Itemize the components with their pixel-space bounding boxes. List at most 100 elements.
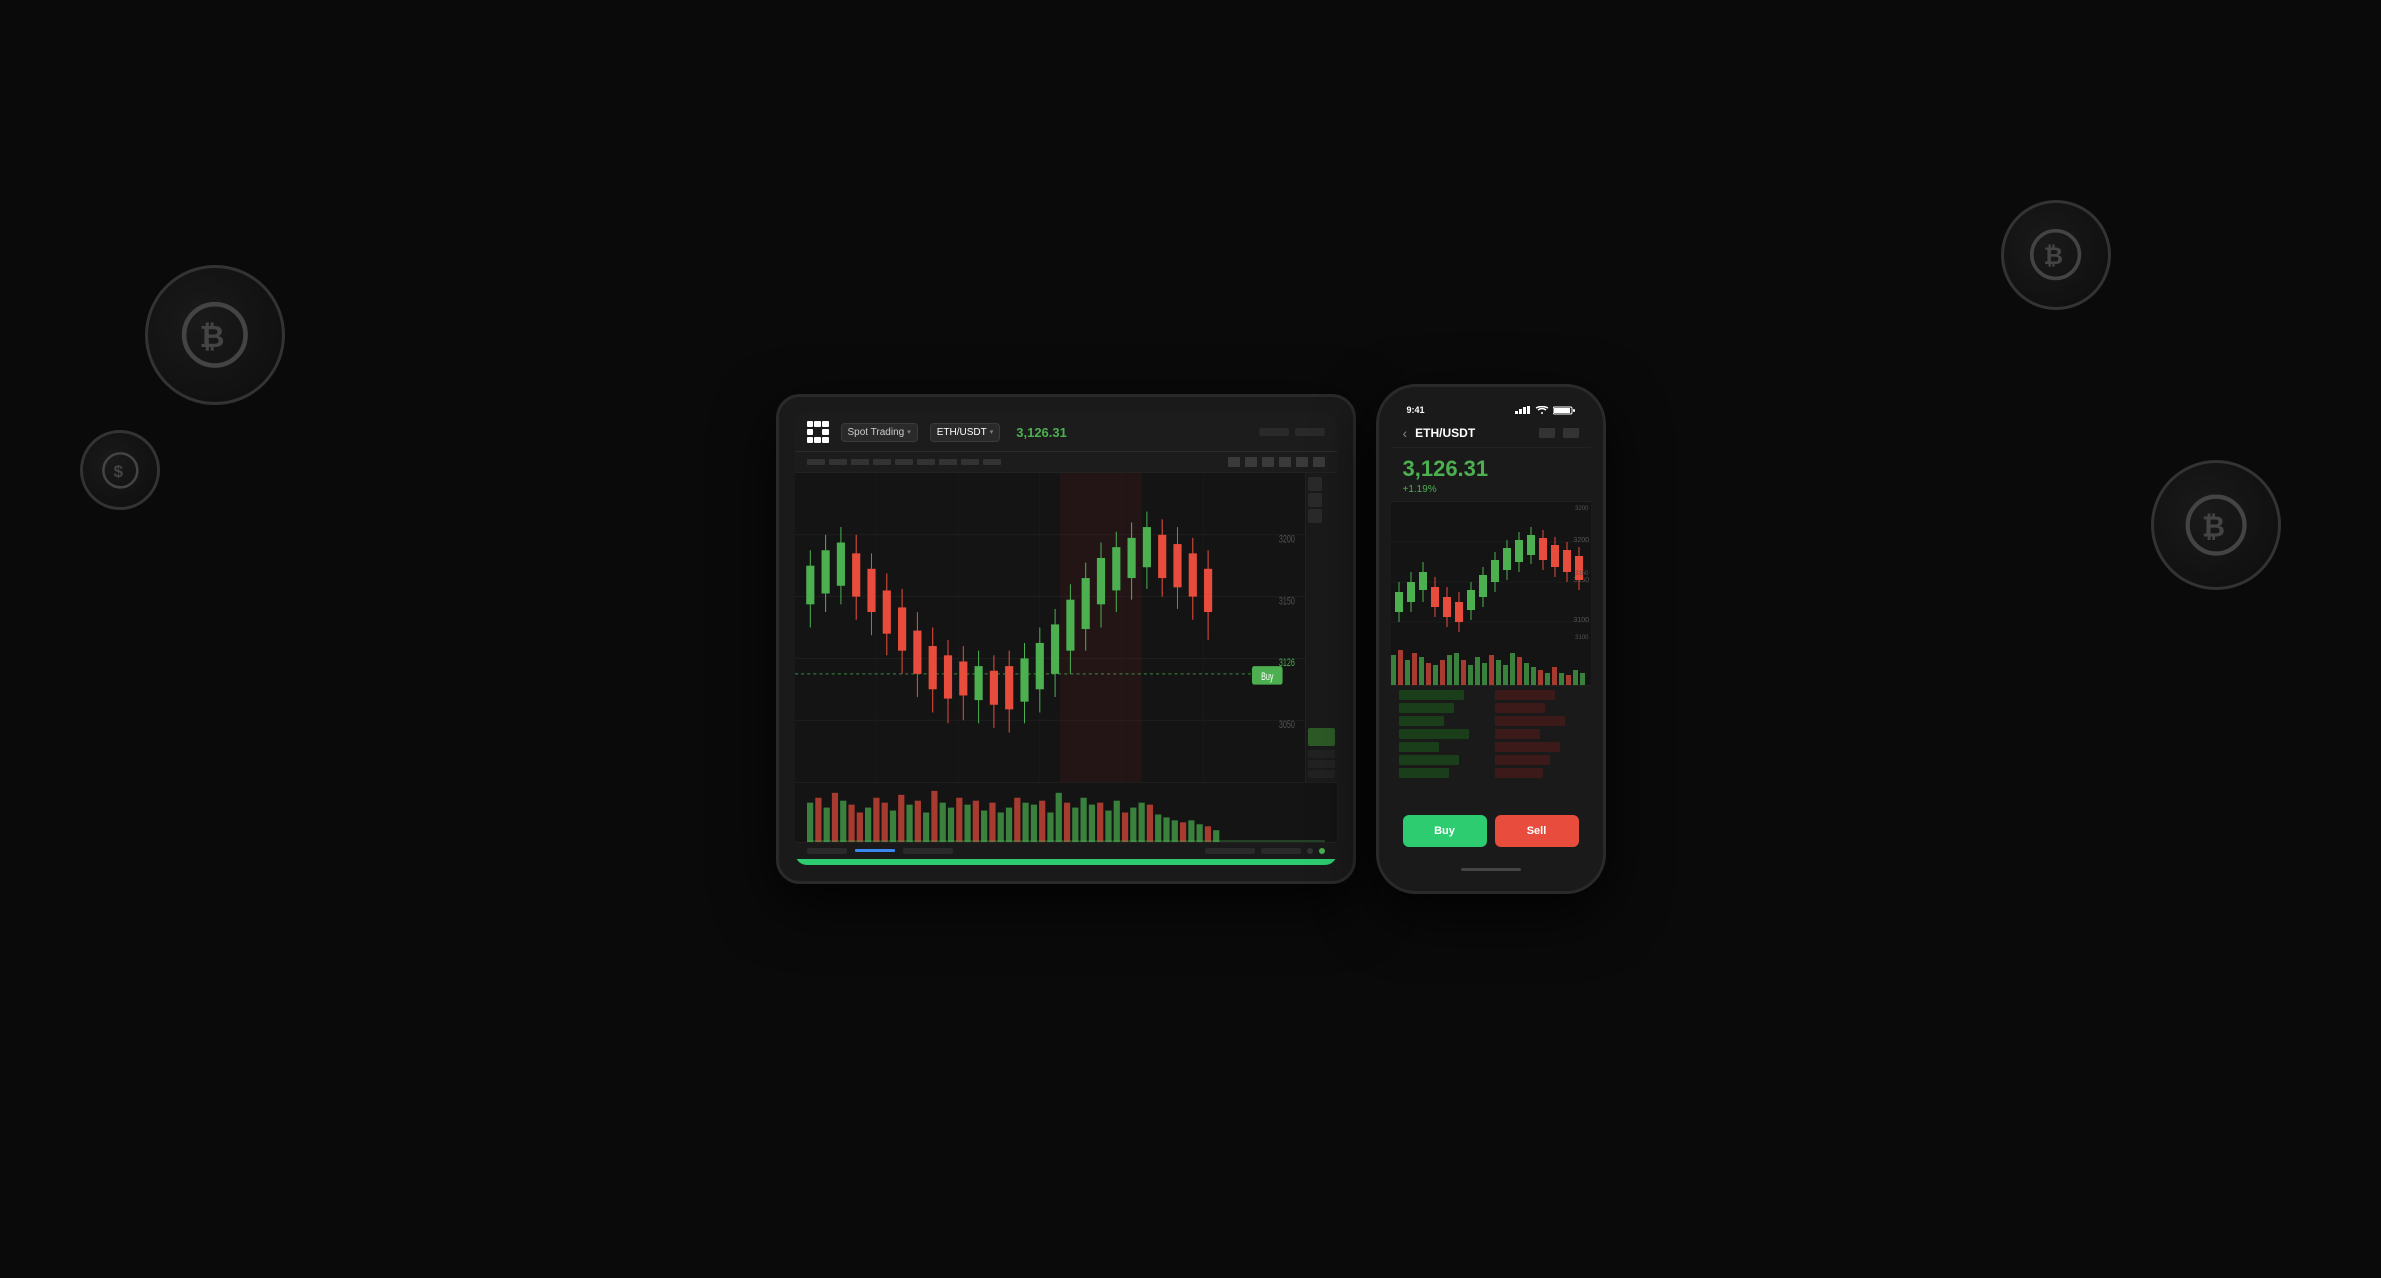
home-bar (1461, 868, 1521, 871)
order-row-buy-2 (1399, 703, 1487, 713)
pair-label: ETH/USDT (937, 427, 987, 438)
toolbar-icon-4[interactable] (1279, 457, 1291, 467)
volume-area (795, 782, 1337, 842)
phone-home-indicator (1391, 859, 1591, 879)
tablet-header: Spot Trading ▾ ETH/USDT ▾ 3,126.31 (795, 413, 1337, 452)
phone-change: +1.19% (1391, 484, 1591, 502)
toolbar-icon-3[interactable] (1262, 457, 1274, 467)
buy-bar-7 (1399, 768, 1449, 778)
footer-bar (855, 849, 895, 852)
svg-text:3200: 3200 (1278, 533, 1294, 545)
phone-header-icon-2[interactable] (1563, 428, 1579, 438)
sell-bar-1 (1495, 690, 1555, 700)
battery-icon (1553, 405, 1575, 415)
svg-text:$: $ (113, 462, 123, 481)
phone-price-tick-1: 3200 (1575, 506, 1588, 512)
sell-bar-3 (1495, 716, 1565, 726)
phone-header-icon-1[interactable] (1539, 428, 1555, 438)
tablet-toolbar (795, 452, 1337, 473)
toolbar-icon-6[interactable] (1313, 457, 1325, 467)
phone-header-icons (1539, 428, 1579, 438)
order-row-buy-5 (1399, 742, 1487, 752)
toolbar-icon-1[interactable] (1228, 457, 1240, 467)
chart-footer (795, 842, 1337, 859)
toolbar-item-7[interactable] (939, 459, 957, 465)
header-placeholder-1 (1259, 428, 1289, 436)
svg-text:3050: 3050 (1278, 718, 1294, 730)
chart-ctrl-1[interactable] (1308, 477, 1322, 491)
sell-bar-7 (1495, 768, 1543, 778)
toolbar-icon-5[interactable] (1296, 457, 1308, 467)
order-row-sell-3 (1495, 716, 1583, 726)
phone-price-tick-2: 3150 (1575, 571, 1588, 577)
order-row-sell-5 (1495, 742, 1583, 752)
status-time: 9:41 (1407, 405, 1425, 415)
buy-side-btn[interactable] (1308, 728, 1335, 746)
chart-main: Buy 3200 3150 3126 3050 (795, 473, 1305, 782)
tablet-price: 3,126.31 (1016, 425, 1067, 440)
side-placeholder-1 (1308, 750, 1335, 758)
toolbar-item-8[interactable] (961, 459, 979, 465)
spot-trading-label: Spot Trading (848, 427, 905, 438)
order-row-sell-7 (1495, 768, 1583, 778)
phone-price-axis: 3200 3150 3100 (1575, 502, 1588, 645)
phone-chart-area: 3200 3150 3100 (1391, 502, 1591, 685)
phone-pair: ETH/USDT (1415, 426, 1475, 440)
side-placeholder-3 (1308, 770, 1335, 778)
order-row-buy-7 (1399, 768, 1487, 778)
toolbar-item-9[interactable] (983, 459, 1001, 465)
toolbar-item-4[interactable] (873, 459, 891, 465)
tablet-device: Spot Trading ▾ ETH/USDT ▾ 3,126.31 (776, 394, 1356, 884)
phone-notch (1456, 387, 1526, 407)
toolbar-icon-group (1228, 457, 1325, 467)
footer-dot-1[interactable] (1307, 848, 1313, 854)
phone-orderbook (1391, 685, 1591, 805)
candlestick-chart: Buy 3200 3150 3126 3050 (795, 473, 1305, 782)
toolbar-item-6[interactable] (917, 459, 935, 465)
sell-bar-4 (1495, 729, 1540, 739)
chart-area: Buy 3200 3150 3126 3050 (795, 473, 1337, 782)
toolbar-item-1[interactable] (807, 459, 825, 465)
toolbar-item-2[interactable] (829, 459, 847, 465)
svg-text:3150: 3150 (1278, 595, 1294, 607)
phone-volume-area (1391, 645, 1591, 685)
sell-bar-2 (1495, 703, 1545, 713)
chart-ctrl-2[interactable] (1308, 493, 1322, 507)
order-row-sell-1 (1495, 690, 1583, 700)
footer-item-4 (1261, 848, 1301, 854)
pair-dropdown[interactable]: ETH/USDT ▾ (930, 423, 1001, 442)
order-row-sell-2 (1495, 703, 1583, 713)
footer-item-2 (903, 848, 953, 854)
coin-bitcoin-1: ₿ (145, 265, 285, 405)
buy-bar-2 (1399, 703, 1454, 713)
svg-text:3126: 3126 (1278, 657, 1294, 669)
phone-header: ‹ ETH/USDT (1391, 419, 1591, 448)
toolbar-item-3[interactable] (851, 459, 869, 465)
scene: ₿ $ ₿ ₿ (0, 0, 2381, 1278)
back-arrow-icon[interactable]: ‹ (1403, 425, 1408, 441)
svg-text:Buy: Buy (1261, 671, 1274, 683)
sell-button[interactable]: Sell (1495, 815, 1579, 847)
okx-logo (807, 421, 829, 443)
order-row-buy-4 (1399, 729, 1487, 739)
toolbar-item-5[interactable] (895, 459, 913, 465)
buy-bar-4 (1399, 729, 1469, 739)
svg-text:₿: ₿ (200, 319, 225, 354)
tablet-screen: Spot Trading ▾ ETH/USDT ▾ 3,126.31 (795, 413, 1337, 865)
footer-dot-2[interactable] (1319, 848, 1325, 854)
coin-dollar: $ (80, 430, 160, 510)
chart-ctrl-3[interactable] (1308, 509, 1322, 523)
spot-trading-dropdown[interactable]: Spot Trading ▾ (841, 423, 918, 442)
devices-container: Spot Trading ▾ ETH/USDT ▾ 3,126.31 (776, 384, 1606, 894)
buy-bar-1 (1399, 690, 1464, 700)
okx-logo-icon (807, 421, 829, 443)
tablet-bottom-bar (795, 859, 1337, 865)
phone-device: 9:41 (1376, 384, 1606, 894)
footer-item-3 (1205, 848, 1255, 854)
toolbar-icon-2[interactable] (1245, 457, 1257, 467)
side-placeholder-2 (1308, 760, 1335, 768)
svg-text:₿: ₿ (2202, 511, 2225, 543)
order-row-buy-1 (1399, 690, 1487, 700)
buy-button[interactable]: Buy (1403, 815, 1487, 847)
phone-price-tick-3: 3100 (1575, 635, 1588, 641)
